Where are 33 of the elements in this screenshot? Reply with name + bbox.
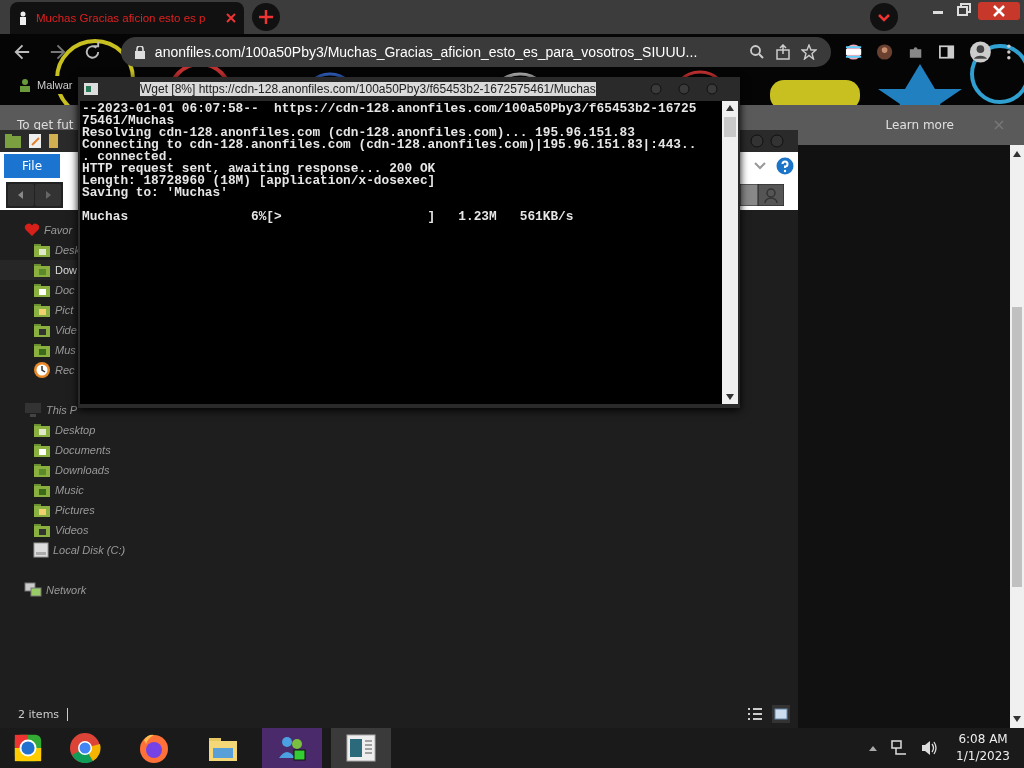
sidebar-item[interactable]: Pict	[0, 300, 74, 320]
window-title: Wget [8%] https://cdn-128.anonfiles.com/100a50Pby3/f65453b2-1672575461/Muchas	[140, 82, 596, 96]
progress-line: Muchas 6%[> ] 1.23M 561KB/s	[82, 211, 575, 223]
tab-title: Muchas Gracias aficion esto es p	[36, 12, 207, 24]
sidebar-item[interactable]: Documents	[0, 440, 111, 460]
learn-more-link[interactable]: Learn more	[885, 118, 954, 132]
console-line: Connecting to cdn-128.anonfiles.com (cdn-128.anonfiles.com)|195.96.151.83|:443..	[82, 139, 698, 151]
sidebar-item[interactable]: Mus	[0, 340, 76, 360]
console-line: Resolving cdn-128.anonfiles.com (cdn-128.anonfiles.com)... 195.96.151.83	[82, 127, 635, 139]
sidebar-item[interactable]: Desktop	[0, 420, 96, 440]
file-tab[interactable]: File	[4, 154, 60, 178]
console-line: --2023-01-01 06:07:58-- https://cdn-128.anonfiles.com/100a50Pby3/f65453b2-16725	[82, 103, 698, 115]
console-line: . connected.	[82, 151, 176, 163]
clock[interactable]: 6:08 AM 1/1/2023	[956, 731, 1010, 765]
address-bar[interactable]: anonfiles.com/100a50Pby3/Muchas_Gracias_aficion_esto_es_para_vosotros_SIUUU...	[120, 37, 831, 67]
sidebar-item[interactable]: Rec	[0, 360, 75, 380]
sidebar-item[interactable]: Local Disk (C:)	[0, 540, 126, 560]
console-line: 75461/Muchas	[82, 115, 175, 127]
browser-tab[interactable]: Muchas Gracias aficion esto es p	[10, 2, 244, 34]
console-line: Length: 18728960 (18M) [application/x-dosexec]	[82, 175, 437, 187]
sidebar-item[interactable]: Network	[0, 580, 87, 600]
sidebar-item[interactable]: Music	[0, 480, 84, 500]
sidebar-item[interactable]: Dow	[0, 260, 77, 280]
sidebar-item[interactable]: This P	[0, 400, 78, 420]
item-count: 2 items	[18, 707, 69, 721]
sidebar-item[interactable]: Videos	[0, 520, 89, 540]
sidebar-item[interactable]: Favor	[0, 220, 73, 240]
sidebar-item[interactable]: Pictures	[0, 500, 95, 520]
sidebar-item[interactable]: Downloads	[0, 460, 110, 480]
sidebar-item[interactable]: Vide	[0, 320, 77, 340]
sidebar-item[interactable]: Doc	[0, 280, 75, 300]
console-line: Saving to: 'Muchas'	[82, 187, 228, 199]
console-line: HTTP request sent, awaiting response... 200 OK	[82, 163, 437, 175]
